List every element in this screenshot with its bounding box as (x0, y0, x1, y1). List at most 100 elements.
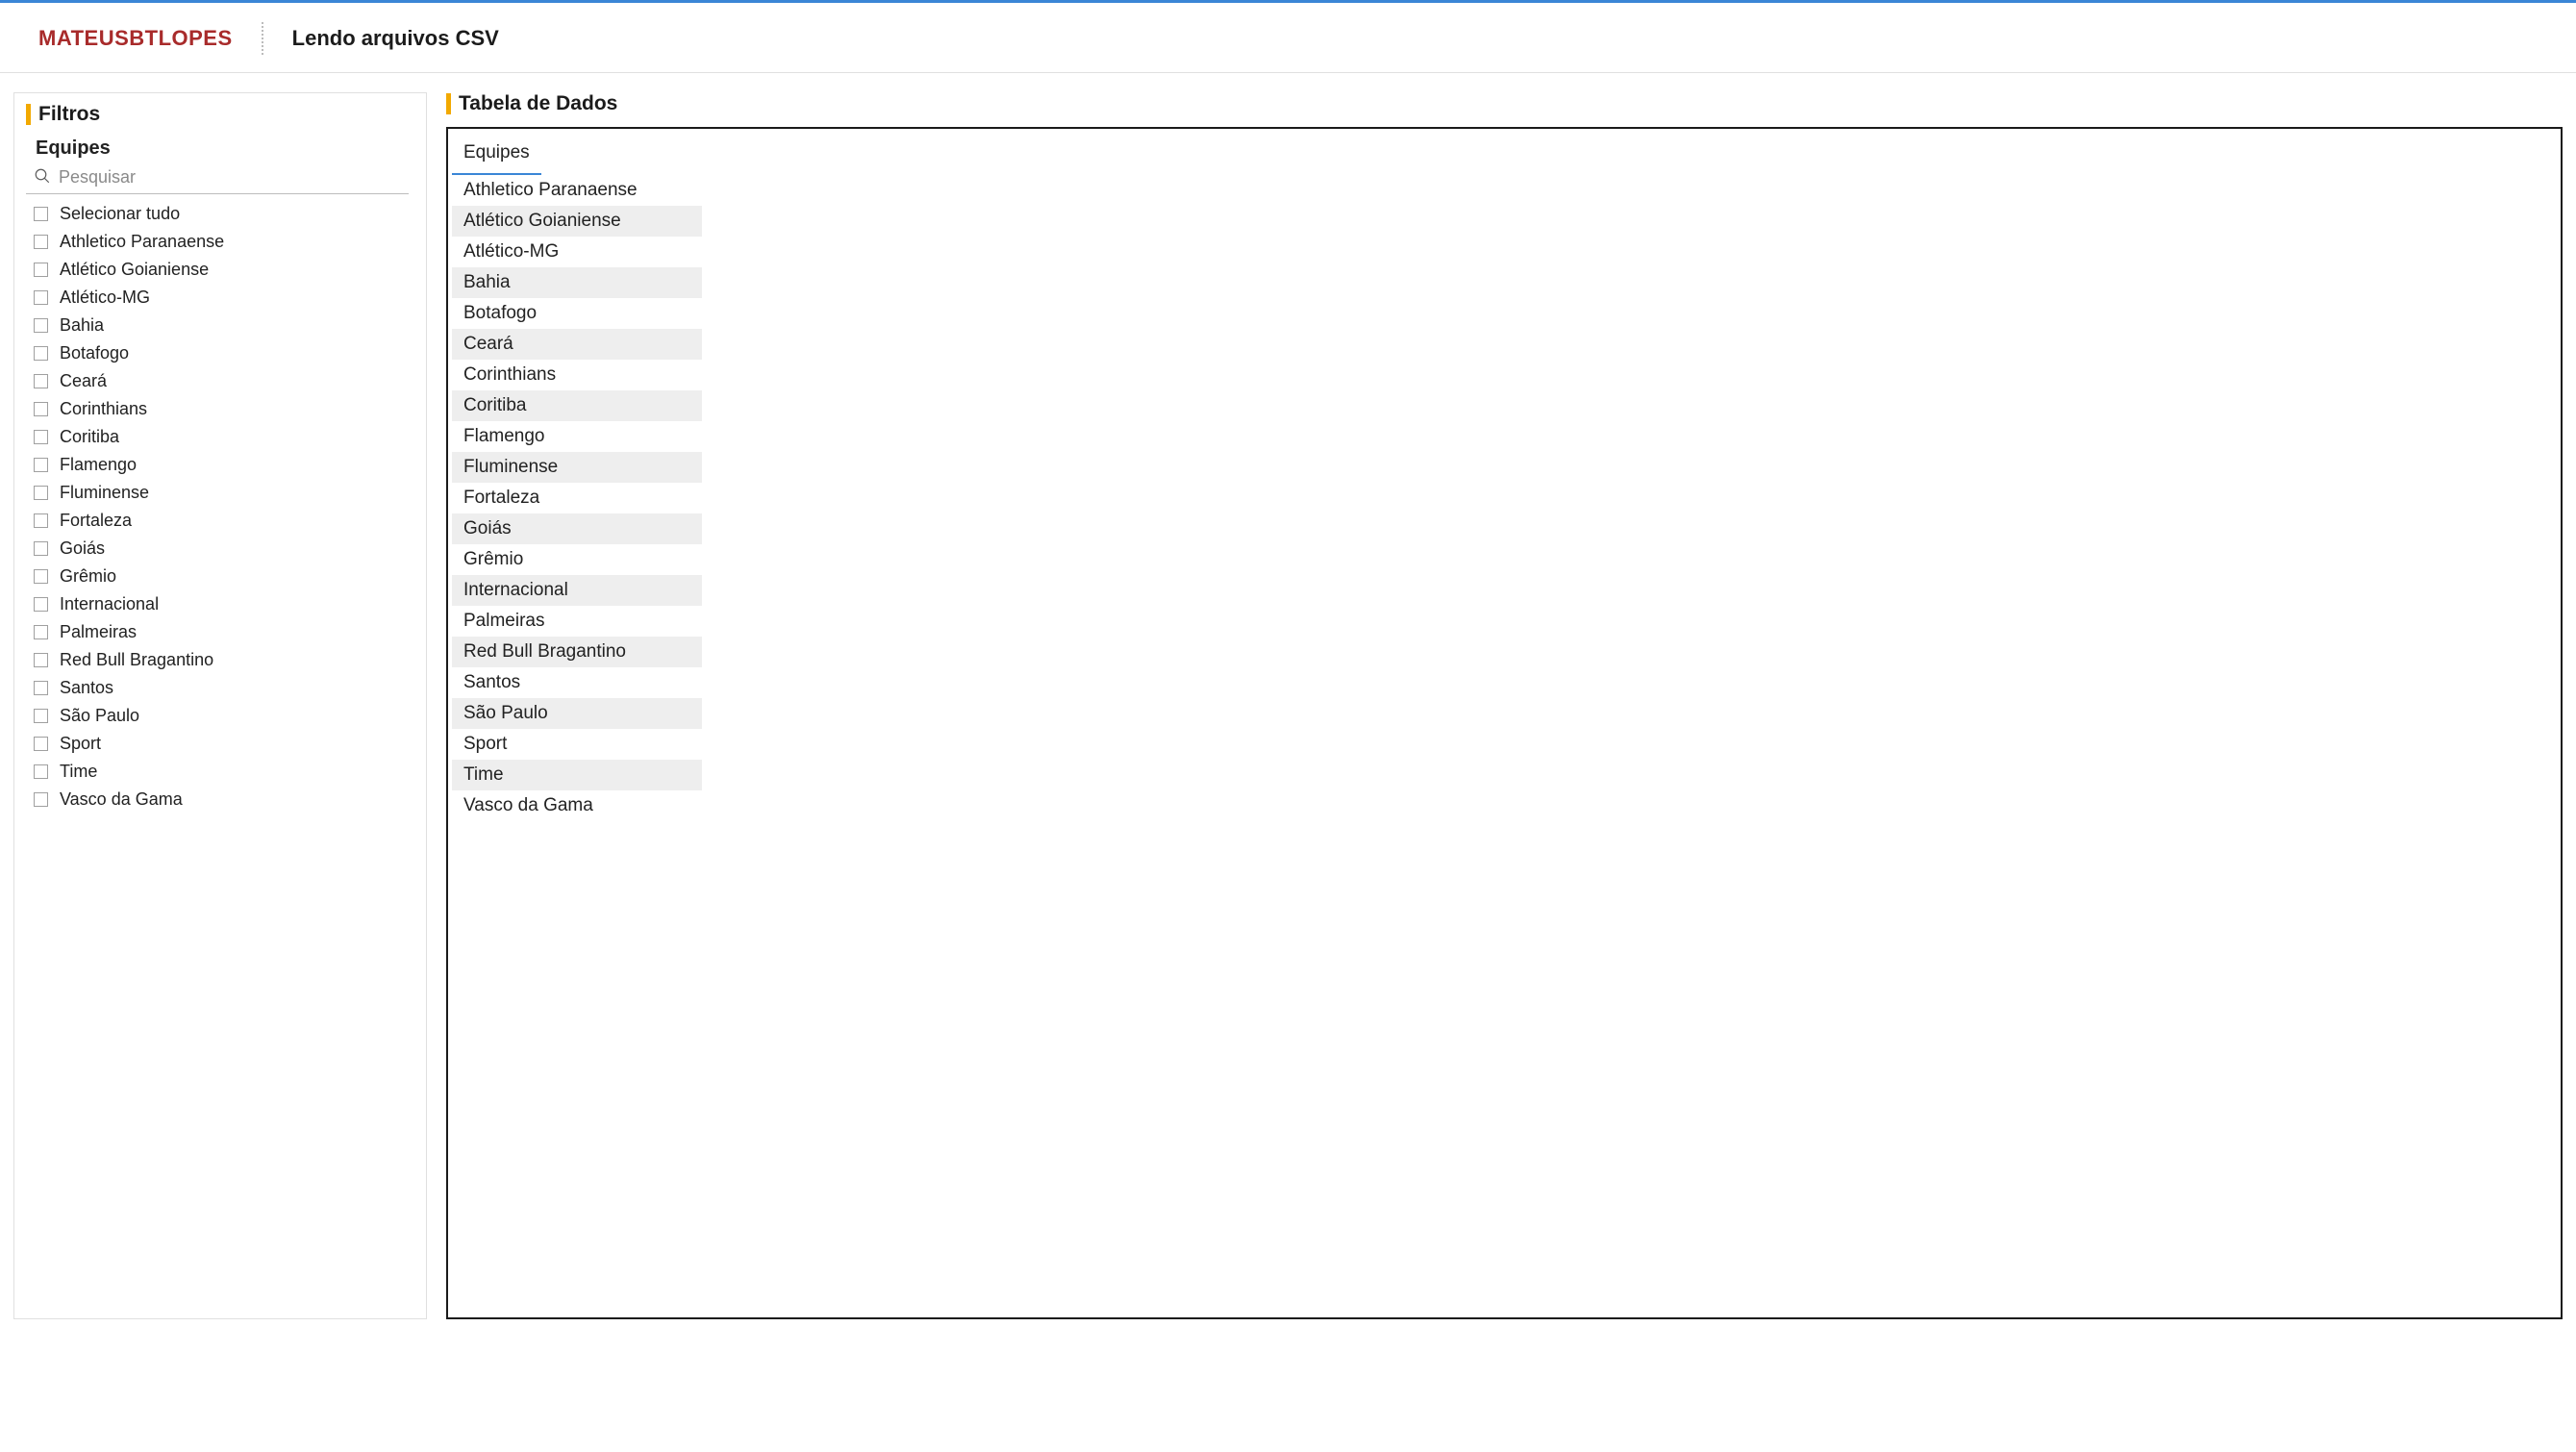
checkbox-icon[interactable] (34, 737, 48, 751)
filter-item[interactable]: São Paulo (34, 702, 409, 730)
table-row[interactable]: Goiás (452, 513, 702, 544)
filter-item[interactable]: Sport (34, 730, 409, 758)
checkbox-icon[interactable] (34, 486, 48, 500)
checkbox-icon[interactable] (34, 263, 48, 277)
table-cell: Vasco da Gama (452, 790, 702, 821)
filter-item-label: Selecionar tudo (60, 204, 180, 224)
filter-item-label: Goiás (60, 538, 105, 559)
filter-item[interactable]: Internacional (34, 590, 409, 618)
checkbox-icon[interactable] (34, 458, 48, 472)
table-row[interactable]: Bahia (452, 267, 702, 298)
filter-item[interactable]: Goiás (34, 535, 409, 563)
filter-item[interactable]: Flamengo (34, 451, 409, 479)
filter-item[interactable]: Fortaleza (34, 507, 409, 535)
filter-item[interactable]: Bahia (34, 312, 409, 339)
filter-item[interactable]: Corinthians (34, 395, 409, 423)
filters-panel: Filtros Equipes Selecionar tudo Athletic… (13, 92, 427, 1319)
accent-bar-icon (446, 93, 451, 114)
checkbox-icon[interactable] (34, 318, 48, 333)
table-row[interactable]: Coritiba (452, 390, 702, 421)
data-table: Athletico ParanaenseAtlético GoianienseA… (452, 175, 702, 821)
filter-item-label: Santos (60, 678, 113, 698)
table-column-header[interactable]: Equipes (452, 129, 541, 175)
table-row[interactable]: Sport (452, 729, 702, 760)
filter-item[interactable]: Atlético Goianiense (34, 256, 409, 284)
checkbox-icon[interactable] (34, 346, 48, 361)
filter-item-label: Fortaleza (60, 511, 132, 531)
filter-item[interactable]: Ceará (34, 367, 409, 395)
table-row[interactable]: Santos (452, 667, 702, 698)
header: MATEUSBTLOPES Lendo arquivos CSV (0, 3, 2576, 73)
filter-item[interactable]: Atlético-MG (34, 284, 409, 312)
table-cell: Internacional (452, 575, 702, 606)
table-cell: Goiás (452, 513, 702, 544)
checkbox-icon[interactable] (34, 513, 48, 528)
filter-group-title: Equipes (36, 138, 409, 160)
main-panel: Tabela de Dados Equipes Athletico Parana… (446, 92, 2563, 1319)
main-title: Tabela de Dados (459, 92, 617, 115)
filter-checklist: Selecionar tudo Athletico ParanaenseAtlé… (26, 200, 409, 814)
table-row[interactable]: Atlético-MG (452, 237, 702, 267)
filter-item[interactable]: Vasco da Gama (34, 786, 409, 814)
search-icon (34, 167, 51, 188)
filter-item[interactable]: Santos (34, 674, 409, 702)
table-row[interactable]: Ceará (452, 329, 702, 360)
checkbox-icon[interactable] (34, 207, 48, 221)
checkbox-icon[interactable] (34, 541, 48, 556)
checkbox-icon[interactable] (34, 681, 48, 695)
filter-item-label: Atlético-MG (60, 288, 150, 308)
filter-select-all[interactable]: Selecionar tudo (34, 200, 409, 228)
table-row[interactable]: Internacional (452, 575, 702, 606)
checkbox-icon[interactable] (34, 625, 48, 639)
filter-item[interactable]: Fluminense (34, 479, 409, 507)
content-area: Filtros Equipes Selecionar tudo Athletic… (0, 73, 2576, 1339)
table-cell: Atlético Goianiense (452, 206, 702, 237)
filter-item[interactable]: Athletico Paranaense (34, 228, 409, 256)
checkbox-icon[interactable] (34, 235, 48, 249)
filters-title: Filtros (38, 103, 100, 126)
table-row[interactable]: Palmeiras (452, 606, 702, 637)
table-cell: Red Bull Bragantino (452, 637, 702, 667)
checkbox-icon[interactable] (34, 430, 48, 444)
search-row[interactable] (26, 163, 409, 194)
table-row[interactable]: São Paulo (452, 698, 702, 729)
search-input[interactable] (59, 167, 405, 188)
table-row[interactable]: Red Bull Bragantino (452, 637, 702, 667)
checkbox-icon[interactable] (34, 597, 48, 612)
checkbox-icon[interactable] (34, 569, 48, 584)
checkbox-icon[interactable] (34, 374, 48, 388)
table-row[interactable]: Fluminense (452, 452, 702, 483)
filter-item[interactable]: Palmeiras (34, 618, 409, 646)
table-row[interactable]: Athletico Paranaense (452, 175, 702, 206)
table-cell: Palmeiras (452, 606, 702, 637)
table-cell: São Paulo (452, 698, 702, 729)
filter-item-label: Palmeiras (60, 622, 137, 642)
filter-item-label: Vasco da Gama (60, 789, 183, 810)
filter-item[interactable]: Red Bull Bragantino (34, 646, 409, 674)
filter-item[interactable]: Grêmio (34, 563, 409, 590)
table-cell: Flamengo (452, 421, 702, 452)
data-table-card[interactable]: Equipes Athletico ParanaenseAtlético Goi… (446, 127, 2563, 1319)
table-row[interactable]: Corinthians (452, 360, 702, 390)
filter-item[interactable]: Time (34, 758, 409, 786)
filter-item-label: Flamengo (60, 455, 137, 475)
filter-item[interactable]: Botafogo (34, 339, 409, 367)
table-row[interactable]: Botafogo (452, 298, 702, 329)
filter-item-label: Internacional (60, 594, 159, 614)
checkbox-icon[interactable] (34, 290, 48, 305)
table-row[interactable]: Time (452, 760, 702, 790)
checkbox-icon[interactable] (34, 764, 48, 779)
table-row[interactable]: Grêmio (452, 544, 702, 575)
table-row[interactable]: Atlético Goianiense (452, 206, 702, 237)
table-row[interactable]: Fortaleza (452, 483, 702, 513)
checkbox-icon[interactable] (34, 402, 48, 416)
checkbox-icon[interactable] (34, 709, 48, 723)
filter-item[interactable]: Coritiba (34, 423, 409, 451)
main-title-row: Tabela de Dados (446, 92, 2563, 115)
table-row[interactable]: Vasco da Gama (452, 790, 702, 821)
data-table-body: Athletico ParanaenseAtlético GoianienseA… (452, 175, 702, 821)
table-row[interactable]: Flamengo (452, 421, 702, 452)
checkbox-icon[interactable] (34, 792, 48, 807)
accent-bar-icon (26, 104, 31, 125)
checkbox-icon[interactable] (34, 653, 48, 667)
